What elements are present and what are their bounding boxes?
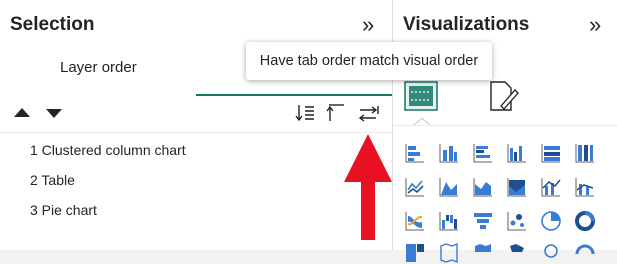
collapse-visualizations-pane-icon[interactable]: » (589, 12, 601, 38)
viz-separator (393, 125, 617, 126)
layer-item-table[interactable]: 2 Table (30, 172, 75, 188)
visualizations-pane-title: Visualizations (403, 14, 530, 35)
clustered-column-chart-icon[interactable] (506, 142, 528, 164)
sort-lines-icon[interactable] (295, 102, 317, 124)
collapse-selection-pane-icon[interactable]: » (362, 12, 374, 38)
line-chart-icon[interactable] (404, 176, 426, 198)
selection-pane-title: Selection (10, 14, 95, 35)
tab-layer-order[interactable]: Layer order (60, 59, 137, 76)
line-and-stacked-column-chart-icon[interactable] (540, 176, 562, 198)
line-and-clustered-column-chart-icon[interactable] (574, 176, 596, 198)
filled-map-icon[interactable] (472, 242, 494, 264)
azure-map-icon[interactable] (540, 242, 562, 264)
waterfall-chart-icon[interactable] (438, 210, 460, 232)
100-stacked-column-chart-icon[interactable] (574, 142, 596, 164)
selection-pane: Selection » Layer order 1 Clustered colu… (0, 0, 393, 250)
tab-order-underline (196, 94, 392, 96)
layer-item-pie-chart[interactable]: 3 Pie chart (30, 202, 97, 218)
stacked-bar-chart-icon[interactable] (404, 142, 426, 164)
ribbon-chart-icon[interactable] (404, 210, 426, 232)
pie-chart-icon[interactable] (540, 210, 562, 232)
map-icon[interactable] (438, 242, 460, 264)
funnel-chart-icon[interactable] (472, 210, 494, 232)
layer-item-clustered-column-chart[interactable]: 1 Clustered column chart (30, 142, 186, 158)
donut-chart-icon[interactable] (574, 210, 596, 232)
move-down-icon[interactable] (46, 109, 62, 118)
build-visual-icon[interactable] (403, 80, 439, 114)
tab-order-match-icon[interactable] (358, 102, 380, 124)
area-chart-icon[interactable] (438, 176, 460, 198)
tab-order-tooltip: Have tab order match visual order (246, 42, 492, 80)
move-up-icon[interactable] (14, 108, 30, 117)
bring-to-front-icon[interactable] (325, 102, 347, 124)
red-annotation-arrow-icon (344, 134, 392, 240)
shape-map-icon[interactable] (506, 242, 528, 264)
treemap-icon[interactable] (404, 242, 426, 264)
clustered-bar-chart-icon[interactable] (472, 142, 494, 164)
100-stacked-bar-chart-icon[interactable] (540, 142, 562, 164)
stacked-area-chart-icon[interactable] (472, 176, 494, 198)
gauge-icon[interactable] (574, 242, 596, 264)
100-stacked-area-chart-icon[interactable] (506, 176, 528, 198)
format-visual-icon[interactable] (485, 78, 521, 114)
scatter-chart-icon[interactable] (506, 210, 528, 232)
stacked-column-chart-icon[interactable] (438, 142, 460, 164)
selection-toolbar (0, 100, 392, 133)
visualizations-pane: Visualizations » (393, 0, 617, 264)
